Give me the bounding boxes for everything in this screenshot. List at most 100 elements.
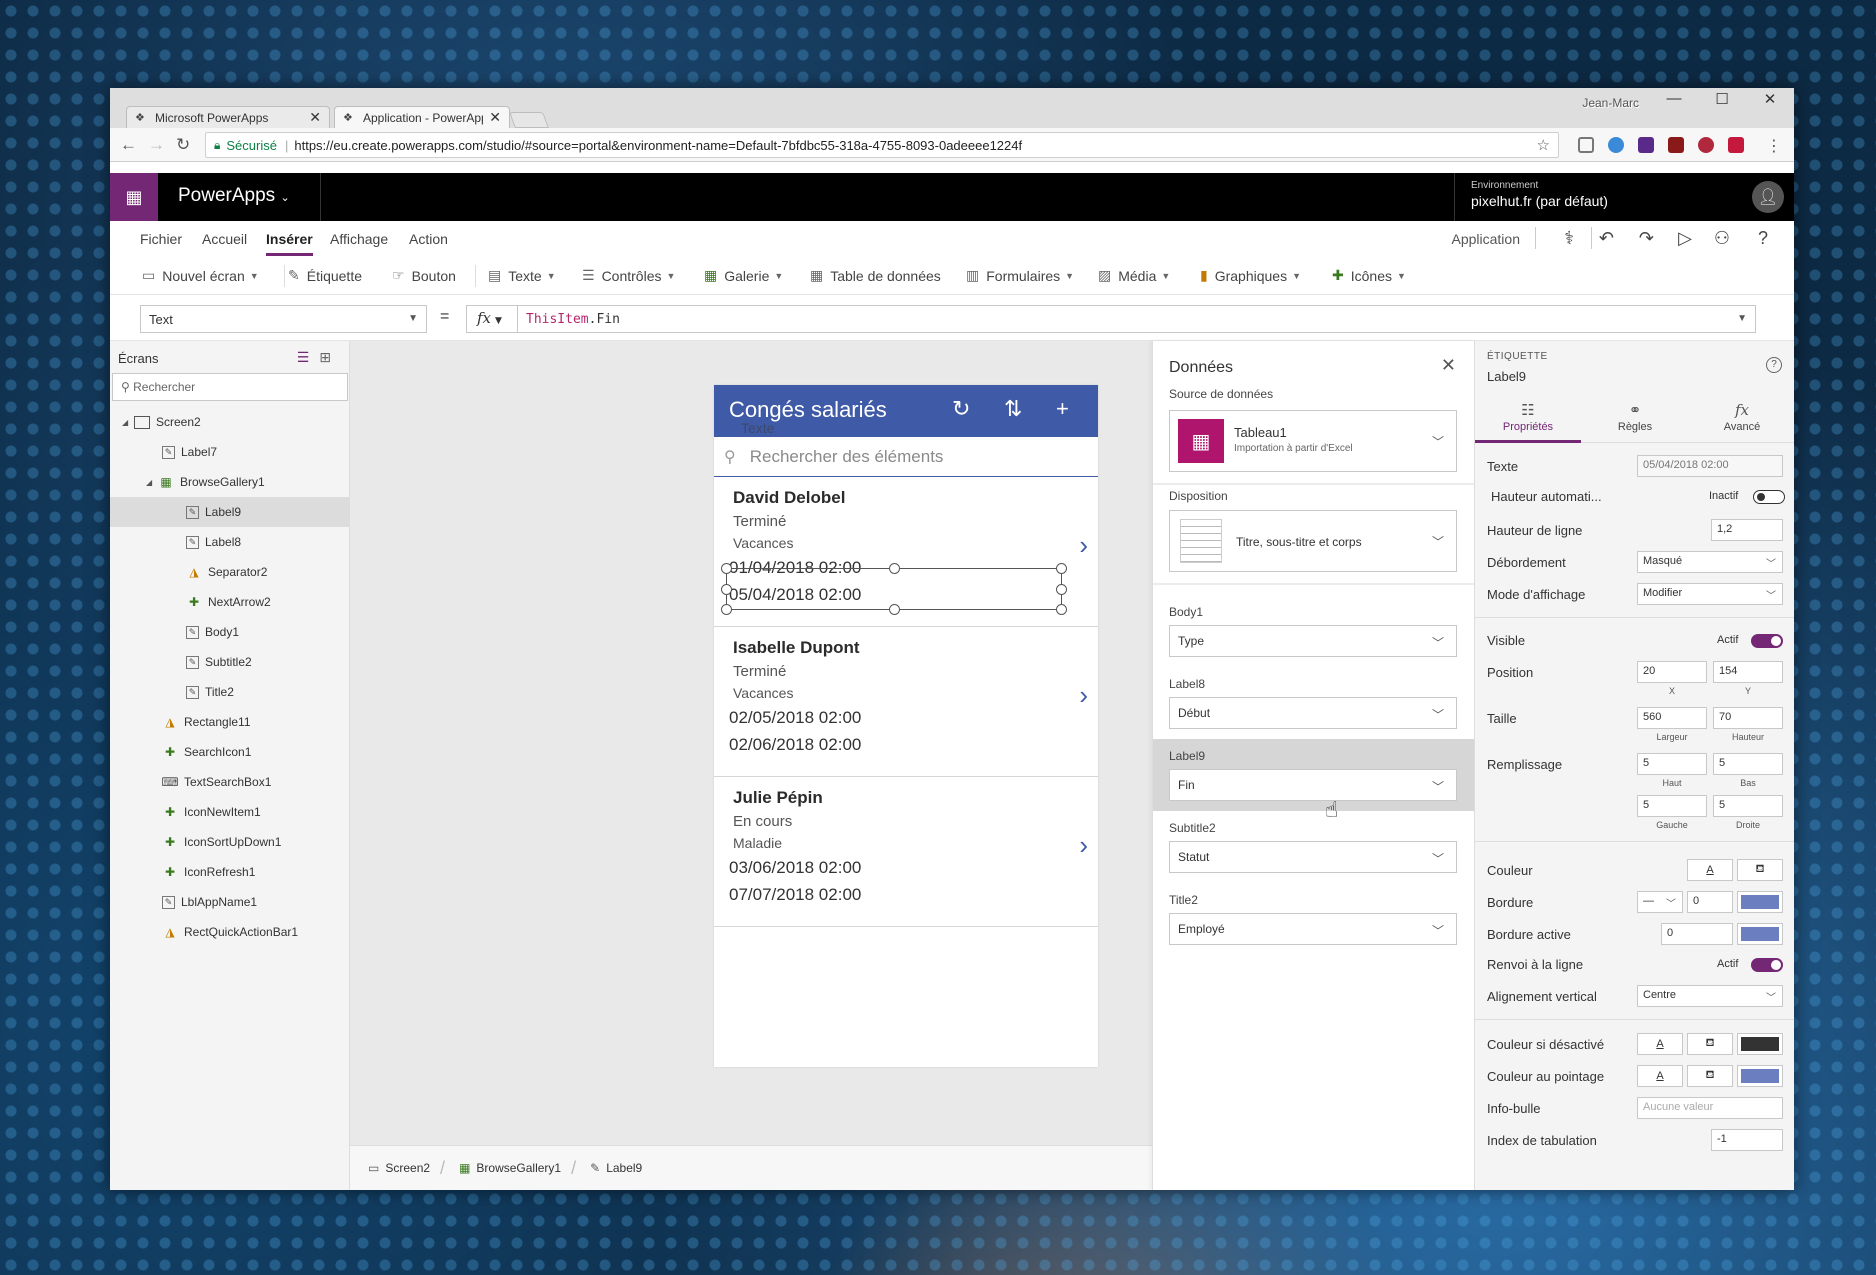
tree-node-iconrefresh1[interactable]: ✚ IconRefresh1 xyxy=(110,857,350,887)
active-border-input[interactable]: 0 xyxy=(1661,923,1733,945)
tree-search-input[interactable]: ⚲ Rechercher xyxy=(112,373,348,401)
resize-handle[interactable] xyxy=(1056,563,1067,574)
active-border-color-swatch[interactable] xyxy=(1737,923,1783,945)
valign-select[interactable]: Centre ﹀ xyxy=(1637,985,1783,1007)
extension-badge-icon[interactable] xyxy=(1698,137,1714,153)
gallery-item[interactable]: David Delobel Terminé Vacances 01/04/201… xyxy=(714,478,1098,627)
maximize-icon[interactable]: ☐ xyxy=(1702,90,1742,108)
browser-tab-application[interactable]: ❖ Application - PowerApps ✕ xyxy=(334,106,510,128)
fx-button[interactable]: fx ▼ xyxy=(466,305,518,333)
gallery-item[interactable]: Julie Pépin En cours Maladie 03/06/2018 … xyxy=(714,778,1098,927)
insert-button-button[interactable]: ☞ Bouton xyxy=(392,267,456,284)
border-style-select[interactable]: — ﹀ xyxy=(1637,891,1683,913)
data-source-picker[interactable]: ▦ Tableau1 Importation à partir d'Excel … xyxy=(1169,410,1457,472)
tab-advanced[interactable]: fx Avancé xyxy=(1689,395,1794,443)
position-x-input[interactable]: 20 xyxy=(1637,661,1707,683)
tree-node-label9[interactable]: ✎ Label9 xyxy=(110,497,350,527)
hover-border-color-swatch[interactable] xyxy=(1737,1065,1783,1087)
list-view-icon[interactable]: ☰ xyxy=(297,349,320,365)
layout-picker[interactable]: Titre, sous-titre et corps ﹀ xyxy=(1169,510,1457,572)
tree-node-nextarrow2[interactable]: ✚ NextArrow2 xyxy=(110,587,350,617)
wrap-toggle[interactable] xyxy=(1751,958,1783,972)
back-icon[interactable]: ← xyxy=(120,135,137,155)
insert-icons-menu[interactable]: ✚ Icônes ▼ xyxy=(1332,267,1406,284)
thumbnail-view-icon[interactable]: ⊞ xyxy=(319,349,341,365)
tree-node-searchicon1[interactable]: ✚ SearchIcon1 xyxy=(110,737,350,767)
formula-input[interactable]: ThisItem.Fin ▼ xyxy=(518,305,1756,333)
border-color-swatch[interactable] xyxy=(1737,891,1783,913)
breadcrumb-browsegallery1[interactable]: ▦ BrowseGallery1 xyxy=(459,1161,561,1175)
insert-media-menu[interactable]: ▨ Média ▼ xyxy=(1098,267,1170,284)
field-dropdown[interactable]: Statut ﹀ xyxy=(1169,841,1457,873)
breadcrumb-screen2[interactable]: ▭ Screen2 xyxy=(368,1161,430,1175)
padding-top-input[interactable]: 5 xyxy=(1637,753,1707,775)
expand-formula-icon[interactable]: ▼ xyxy=(1737,313,1747,324)
position-y-input[interactable]: 154 xyxy=(1713,661,1783,683)
tab-affichage[interactable]: Affichage xyxy=(330,231,388,247)
height-input[interactable]: 70 xyxy=(1713,707,1783,729)
tree-node-body1[interactable]: ✎ Body1 xyxy=(110,617,350,647)
close-icon[interactable]: ✕ xyxy=(1441,355,1456,376)
next-arrow-icon[interactable]: › xyxy=(1079,830,1088,861)
tab-accueil[interactable]: Accueil xyxy=(202,231,247,247)
insert-text-menu[interactable]: ▤ Texte ▼ xyxy=(488,267,556,284)
property-dropdown[interactable]: Text ▼ xyxy=(140,305,427,333)
next-arrow-icon[interactable]: › xyxy=(1079,530,1088,561)
tree-node-label7[interactable]: ✎ Label7 xyxy=(110,437,350,467)
tree-node-title2[interactable]: ✎ Title2 xyxy=(110,677,350,707)
app-checker-icon[interactable]: ⚕ xyxy=(1564,228,1574,249)
add-item-icon[interactable]: + xyxy=(1056,396,1069,422)
field-dropdown[interactable]: Fin ﹀ xyxy=(1169,769,1457,801)
url-bar[interactable]: 🔒︎ Sécurisé | https://eu.create.powerapp… xyxy=(205,132,1559,158)
app-launcher-icon[interactable]: ▦ xyxy=(110,173,158,221)
extension-purple-icon[interactable] xyxy=(1638,137,1654,153)
tabindex-input[interactable]: -1 xyxy=(1711,1129,1783,1151)
cast-icon[interactable] xyxy=(1578,137,1594,153)
powerapps-title[interactable]: PowerApps ⌄ xyxy=(178,185,290,207)
tab-inserer[interactable]: Insérer xyxy=(266,231,313,256)
tab-fichier[interactable]: Fichier xyxy=(140,231,182,247)
tab-properties[interactable]: ☷ Propriétés xyxy=(1475,395,1581,443)
resize-handle[interactable] xyxy=(721,563,732,574)
bookmark-star-icon[interactable]: ☆ xyxy=(1537,136,1550,154)
insert-gallery-menu[interactable]: ▦ Galerie ▼ xyxy=(704,267,783,284)
hover-font-color-picker[interactable]: A xyxy=(1637,1065,1683,1087)
insert-data-table-button[interactable]: ▦ Table de données xyxy=(810,267,941,284)
resize-handle[interactable] xyxy=(889,563,900,574)
close-window-icon[interactable]: ✕ xyxy=(1750,90,1790,108)
tree-node-label8[interactable]: ✎ Label8 xyxy=(110,527,350,557)
insert-charts-menu[interactable]: ▮ Graphiques ▼ xyxy=(1200,267,1301,284)
fill-color-picker[interactable]: ⛾ xyxy=(1737,859,1783,881)
extension-red-icon[interactable] xyxy=(1668,137,1684,153)
gallery-search-box[interactable]: ⚲ Rechercher des éléments xyxy=(714,437,1098,477)
tooltip-input[interactable]: Aucune valeur xyxy=(1637,1097,1783,1119)
border-thickness-input[interactable]: 0 xyxy=(1687,891,1733,913)
breadcrumb-label9[interactable]: ✎ Label9 xyxy=(590,1161,642,1175)
field-dropdown[interactable]: Début ﹀ xyxy=(1169,697,1457,729)
help-icon[interactable]: ? xyxy=(1758,228,1768,249)
hover-fill-color-picker[interactable]: ⛾ xyxy=(1687,1065,1733,1087)
tree-node-rectangle11[interactable]: ◮ Rectangle11 xyxy=(110,707,350,737)
insert-controls-menu[interactable]: ☰ Contrôles ▼ xyxy=(582,267,675,284)
tab-action[interactable]: Action xyxy=(409,231,448,247)
resize-handle[interactable] xyxy=(889,604,900,615)
control-name[interactable]: Label9 xyxy=(1487,369,1526,384)
tree-node-iconnewitem1[interactable]: ✚ IconNewItem1 xyxy=(110,797,350,827)
tree-node-rectquickactionbar1[interactable]: ◮ RectQuickActionBar1 xyxy=(110,917,350,947)
next-arrow-icon[interactable]: › xyxy=(1079,680,1088,711)
resize-handle[interactable] xyxy=(721,604,732,615)
new-screen-button[interactable]: ▭ Nouvel écran ▼ xyxy=(142,267,259,284)
width-input[interactable]: 560 xyxy=(1637,707,1707,729)
environment-picker[interactable]: Environnement pixelhut.fr (par défaut) xyxy=(1454,173,1730,221)
extension-ublock-icon[interactable] xyxy=(1728,137,1744,153)
share-user-icon[interactable]: ⚇ xyxy=(1714,228,1730,249)
collapse-icon[interactable]: ◢ xyxy=(122,418,134,427)
design-canvas[interactable]: Congés salariés ↻ ⇅ + Texte ⚲ Rechercher… xyxy=(350,341,1152,1145)
disabled-border-color-swatch[interactable] xyxy=(1737,1033,1783,1055)
collapse-icon[interactable]: ◢ xyxy=(146,478,158,487)
padding-right-input[interactable]: 5 xyxy=(1713,795,1783,817)
selected-control-outline[interactable] xyxy=(721,563,1067,615)
close-tab-icon[interactable]: ✕ xyxy=(309,109,321,126)
minimize-icon[interactable]: — xyxy=(1654,90,1694,107)
resize-handle[interactable] xyxy=(1056,604,1067,615)
